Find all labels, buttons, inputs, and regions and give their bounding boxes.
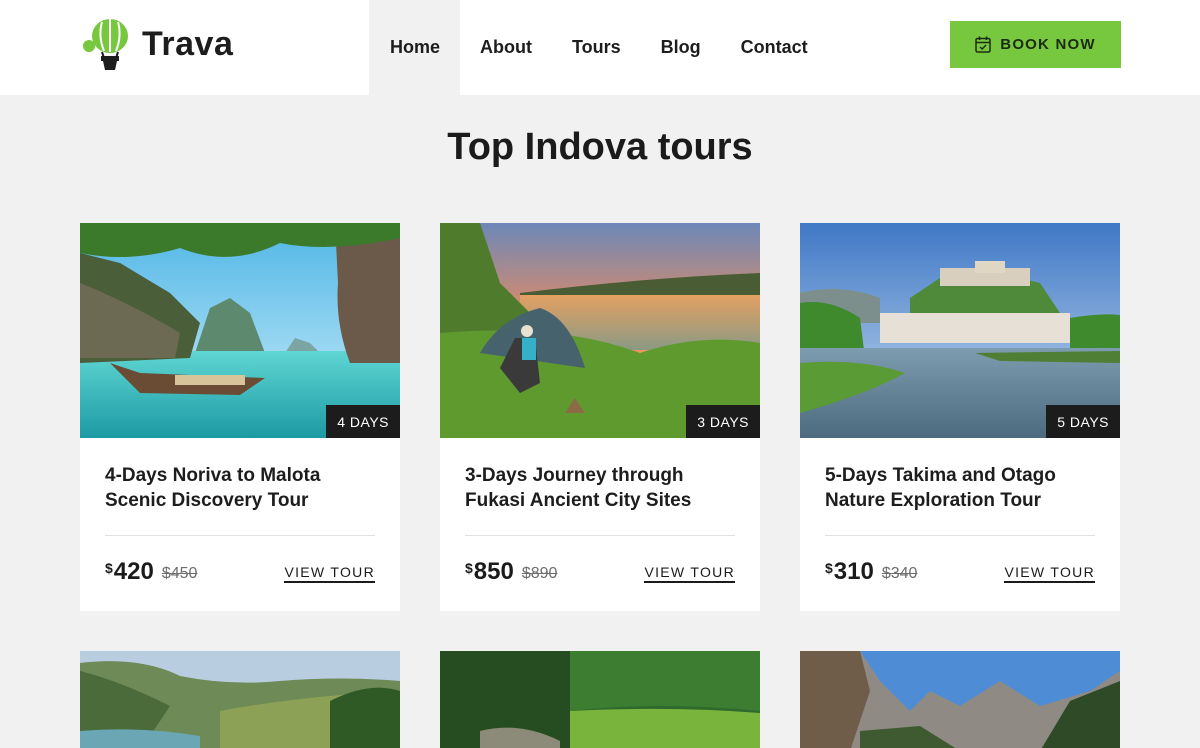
view-tour-link[interactable]: VIEW TOUR — [644, 564, 735, 583]
calendar-check-icon — [975, 36, 992, 53]
tour-card-body: 3-Days Journey through Fukasi Ancient Ci… — [440, 438, 760, 611]
tour-title-line: Nature Exploration Tour — [825, 490, 1042, 511]
currency-symbol: $ — [465, 560, 473, 576]
tour-title[interactable]: 5-Days Takima and Otago Nature Explorati… — [825, 463, 1095, 535]
nav-item-blog[interactable]: Blog — [641, 0, 721, 95]
main-nav: Home About Tours Blog Contact — [369, 0, 828, 95]
mountain-valley-image — [80, 651, 400, 748]
old-price: $890 — [521, 565, 558, 582]
tour-card-body: 5-Days Takima and Otago Nature Explorati… — [800, 438, 1120, 611]
price-row: $ 310 $340 VIEW TOUR — [825, 558, 1095, 586]
nav-item-tours[interactable]: Tours — [552, 0, 641, 95]
tour-card-body: 4-Days Noriva to Malota Scenic Discovery… — [80, 438, 400, 611]
price: 850 — [473, 558, 514, 585]
tour-image[interactable]: 3 DAYS — [440, 223, 760, 438]
tour-duration-badge: 4 DAYS — [326, 405, 400, 438]
divider — [105, 535, 375, 536]
book-now-button[interactable]: BOOK NOW — [950, 21, 1121, 68]
tour-title-line: 5-Days Takima and Otago — [825, 465, 1056, 486]
hot-air-balloon-icon — [83, 19, 128, 70]
tour-title-line: Fukasi Ancient City Sites — [465, 490, 692, 511]
divider — [465, 535, 735, 536]
brand-name: Trava — [142, 24, 234, 63]
tour-title-line: 3-Days Journey through — [465, 465, 684, 486]
tour-duration-badge: 5 DAYS — [1046, 405, 1120, 438]
currency-symbol: $ — [825, 560, 833, 576]
old-price: $340 — [881, 565, 918, 582]
price-row: $ 420 $450 VIEW TOUR — [105, 558, 375, 586]
book-now-label: BOOK NOW — [1000, 36, 1096, 53]
forest-meadow-image — [440, 651, 760, 748]
tour-title[interactable]: 3-Days Journey through Fukasi Ancient Ci… — [465, 463, 735, 535]
section-title: Top Indova tours — [447, 126, 753, 168]
tour-duration-badge: 3 DAYS — [686, 405, 760, 438]
tour-image[interactable] — [800, 651, 1120, 748]
tour-image[interactable] — [440, 651, 760, 748]
nav-item-contact[interactable]: Contact — [721, 0, 828, 95]
tour-title-line: 4-Days Noriva to Malota — [105, 465, 321, 486]
tour-card[interactable]: 5 DAYS 5-Days Takima and Otago Nature Ex… — [800, 223, 1120, 611]
tour-image[interactable] — [80, 651, 400, 748]
nav-item-home[interactable]: Home — [369, 0, 461, 95]
nav-item-about[interactable]: About — [460, 0, 552, 95]
site-header: Trava Home About Tours Blog Contact BOOK… — [0, 0, 1200, 95]
tour-title[interactable]: 4-Days Noriva to Malota Scenic Discovery… — [105, 463, 375, 535]
tour-image[interactable]: 4 DAYS — [80, 223, 400, 438]
price: 420 — [113, 558, 154, 585]
view-tour-link[interactable]: VIEW TOUR — [1004, 564, 1095, 583]
price: 310 — [833, 558, 874, 585]
tour-image[interactable]: 5 DAYS — [800, 223, 1120, 438]
tour-card[interactable]: 3 DAYS 3-Days Journey through Fukasi Anc… — [440, 223, 760, 611]
currency-symbol: $ — [105, 560, 113, 576]
price-row: $ 850 $890 VIEW TOUR — [465, 558, 735, 586]
divider — [825, 535, 1095, 536]
old-price: $450 — [161, 565, 198, 582]
view-tour-link[interactable]: VIEW TOUR — [284, 564, 375, 583]
tour-title-line: Scenic Discovery Tour — [105, 490, 309, 511]
brand-logo[interactable]: Trava — [80, 18, 233, 70]
tour-card[interactable]: 4 DAYS 4-Days Noriva to Malota Scenic Di… — [80, 223, 400, 611]
alpine-peaks-image — [800, 651, 1120, 748]
